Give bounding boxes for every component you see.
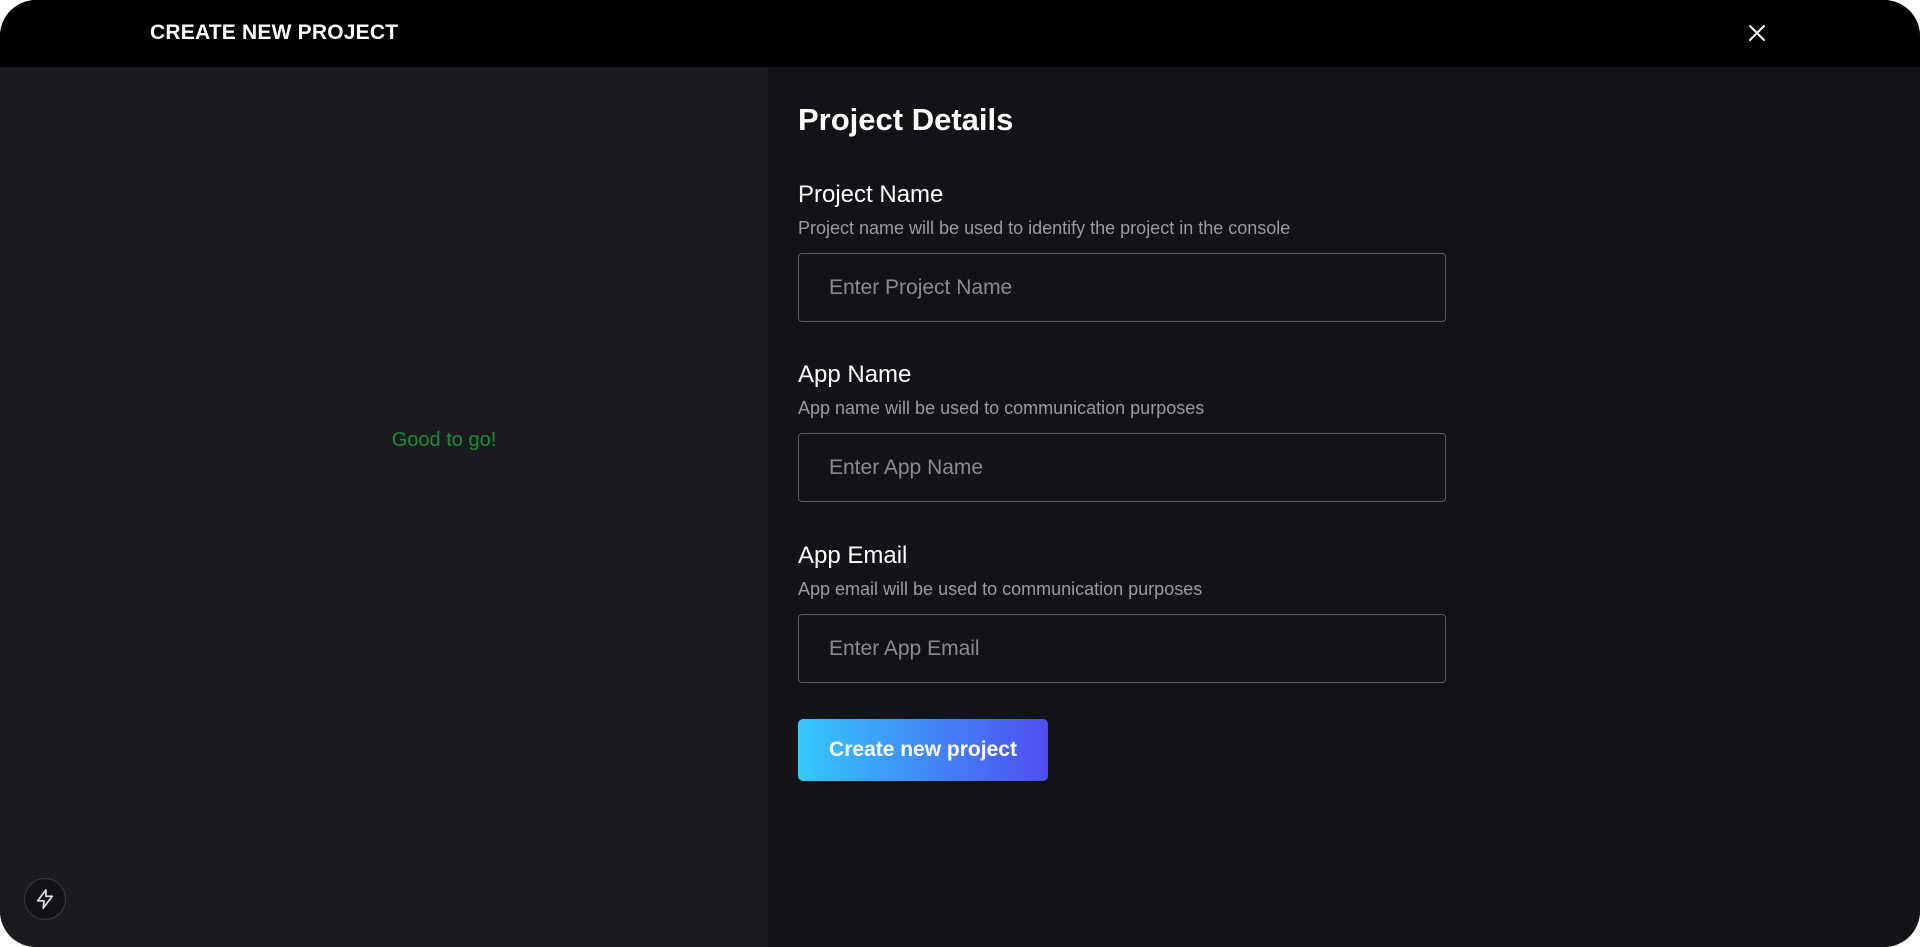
app-name-input[interactable] — [798, 433, 1446, 502]
left-panel — [0, 67, 768, 947]
status-message: Good to go! — [391, 429, 497, 451]
create-project-button[interactable]: Create new project — [798, 719, 1048, 781]
project-name-help: Project name will be used to identify th… — [798, 218, 1291, 238]
lightning-bolt-icon — [36, 889, 54, 909]
app-email-label: App Email — [798, 542, 908, 569]
section-title: Project Details — [798, 102, 1014, 137]
close-button[interactable] — [1740, 16, 1774, 50]
header-bar: CREATE NEW PROJECT — [0, 0, 1920, 67]
project-name-label: Project Name — [798, 181, 944, 208]
quick-action-button[interactable] — [24, 878, 66, 920]
create-project-window: CREATE NEW PROJECT Good to go! Project D… — [0, 0, 1920, 947]
app-email-help: App email will be used to communication … — [798, 579, 1203, 599]
app-email-input[interactable] — [798, 614, 1446, 683]
app-name-help: App name will be used to communication p… — [798, 398, 1205, 418]
app-name-label: App Name — [798, 361, 912, 388]
page-title: CREATE NEW PROJECT — [150, 21, 399, 44]
close-icon — [1749, 25, 1765, 41]
project-name-input[interactable] — [798, 253, 1446, 322]
